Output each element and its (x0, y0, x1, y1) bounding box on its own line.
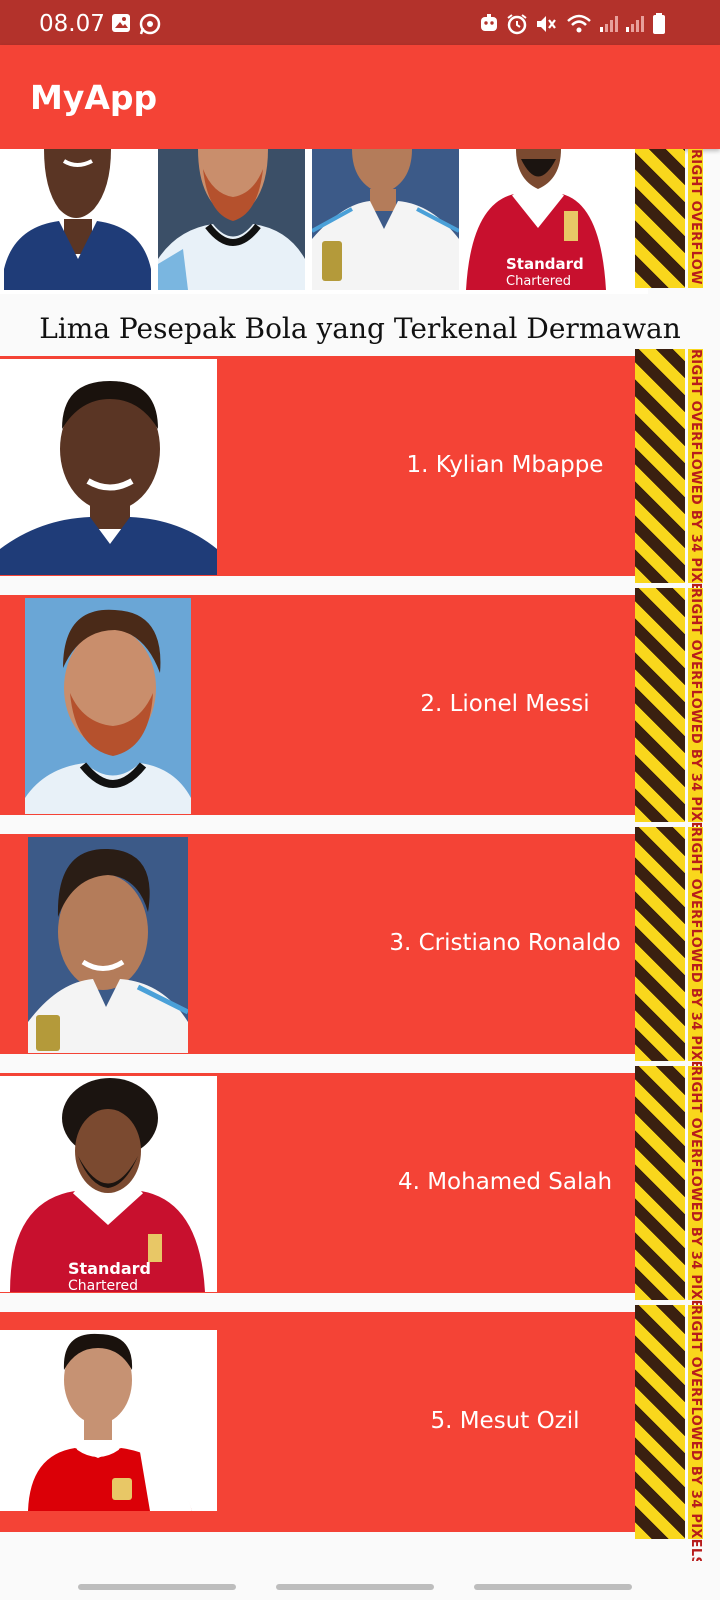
alarm-icon (507, 14, 527, 35)
overflow-warning-label: RIGHT OVERFLOWED BY 34 PIXELS (688, 1066, 703, 1328)
svg-text:Standard: Standard (68, 1259, 151, 1278)
player-row-ozil[interactable]: 5. Mesut Ozil (0, 1312, 648, 1532)
nav-recents-handle[interactable] (474, 1584, 632, 1590)
player-photo-ronaldo (28, 837, 188, 1053)
signal-icon (626, 16, 644, 32)
nav-back-handle[interactable] (78, 1584, 236, 1590)
signal-icon (600, 16, 618, 32)
player-photo-messi (25, 598, 191, 814)
overflow-warning-label: RIGHT OVERFLOWED BY 34 PIXELS (688, 827, 703, 1089)
carousel-photo-messi[interactable] (158, 149, 305, 290)
carousel-photo-ronaldo[interactable] (312, 149, 459, 290)
page-heading: Lima Pesepak Bola yang Terkenal Dermawan (39, 312, 681, 345)
player-photo-salah: Standard Chartered (0, 1076, 217, 1292)
player-photo-mbappe (0, 359, 217, 575)
overflow-warning-stripe (635, 588, 685, 822)
player-carousel[interactable]: Standard Chartered (0, 149, 648, 294)
overflow-warning-label: RIGHT OVERFLOWED BY 34 PIXELS (688, 349, 703, 611)
player-name: 4. Mohamed Salah (397, 1169, 613, 1195)
app-title: MyApp (30, 78, 158, 117)
system-nav-bar (0, 1561, 720, 1600)
overflow-warning-stripe (635, 1305, 685, 1539)
gallery-icon (112, 14, 130, 32)
player-name: 5. Mesut Ozil (430, 1408, 580, 1434)
wifi-icon (567, 14, 591, 33)
player-name: 3. Cristiano Ronaldo (389, 930, 621, 956)
nav-home-handle[interactable] (276, 1584, 434, 1590)
app-bar: MyApp (0, 45, 720, 149)
overflow-warning-stripe (635, 149, 685, 288)
whatsapp-icon (139, 13, 161, 35)
carousel-photo-mbappe[interactable] (4, 149, 151, 290)
overflow-warning-stripe (635, 349, 685, 583)
overflow-warning-label: RIGHT OVERFLOWED BY 34 PIXELS (688, 588, 703, 850)
player-photo-ozil (0, 1330, 217, 1511)
overflow-warning-stripe (635, 1066, 685, 1300)
overflow-warning-stripe (635, 827, 685, 1061)
player-name: 1. Kylian Mbappe (406, 452, 604, 478)
overflow-warning-label: RIGHT OVERFLOW (688, 149, 703, 288)
svg-text:Chartered: Chartered (506, 274, 571, 289)
carousel-photo-salah[interactable]: Standard Chartered (466, 149, 613, 290)
robot-icon (481, 14, 497, 31)
status-bar: 08.07 (0, 0, 720, 45)
player-row-messi[interactable]: 2. Lionel Messi (0, 595, 648, 815)
player-row-ronaldo[interactable]: 3. Cristiano Ronaldo (0, 834, 648, 1054)
status-time: 08.07 (39, 11, 105, 37)
svg-text:Chartered: Chartered (68, 1278, 138, 1292)
player-row-mbappe[interactable]: 1. Kylian Mbappe (0, 356, 648, 576)
player-row-salah[interactable]: Standard Chartered 4. Mohamed Salah (0, 1073, 648, 1293)
mute-icon (537, 16, 556, 32)
battery-icon (653, 13, 665, 34)
player-name: 2. Lionel Messi (420, 691, 590, 717)
svg-text:Standard: Standard (506, 255, 584, 273)
overflow-warning-label: RIGHT OVERFLOWED BY 34 PIXELS (688, 1305, 703, 1567)
